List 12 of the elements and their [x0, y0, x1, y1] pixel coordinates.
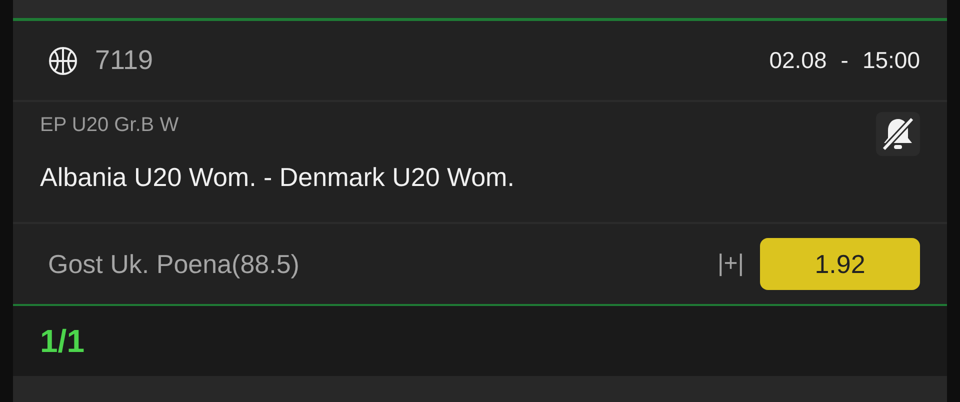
league-name: EP U20 Gr.B W — [40, 114, 179, 137]
basketball-icon — [48, 46, 78, 76]
event-code: 7119 — [95, 45, 154, 76]
event-time: 15:00 — [862, 47, 920, 74]
market-name: Gost Uk. Poena(88.5) — [48, 248, 300, 280]
handicap-mark: |+| — [718, 250, 744, 278]
odds-button[interactable]: 1.92 — [760, 238, 920, 290]
notification-toggle[interactable] — [876, 112, 920, 156]
match-title: Albania U20 Wom. - Denmark U20 Wom. — [40, 162, 516, 193]
bet-count: 1/1 — [40, 322, 84, 360]
date-separator: - — [840, 47, 848, 74]
event-date: 02.08 — [769, 47, 827, 74]
